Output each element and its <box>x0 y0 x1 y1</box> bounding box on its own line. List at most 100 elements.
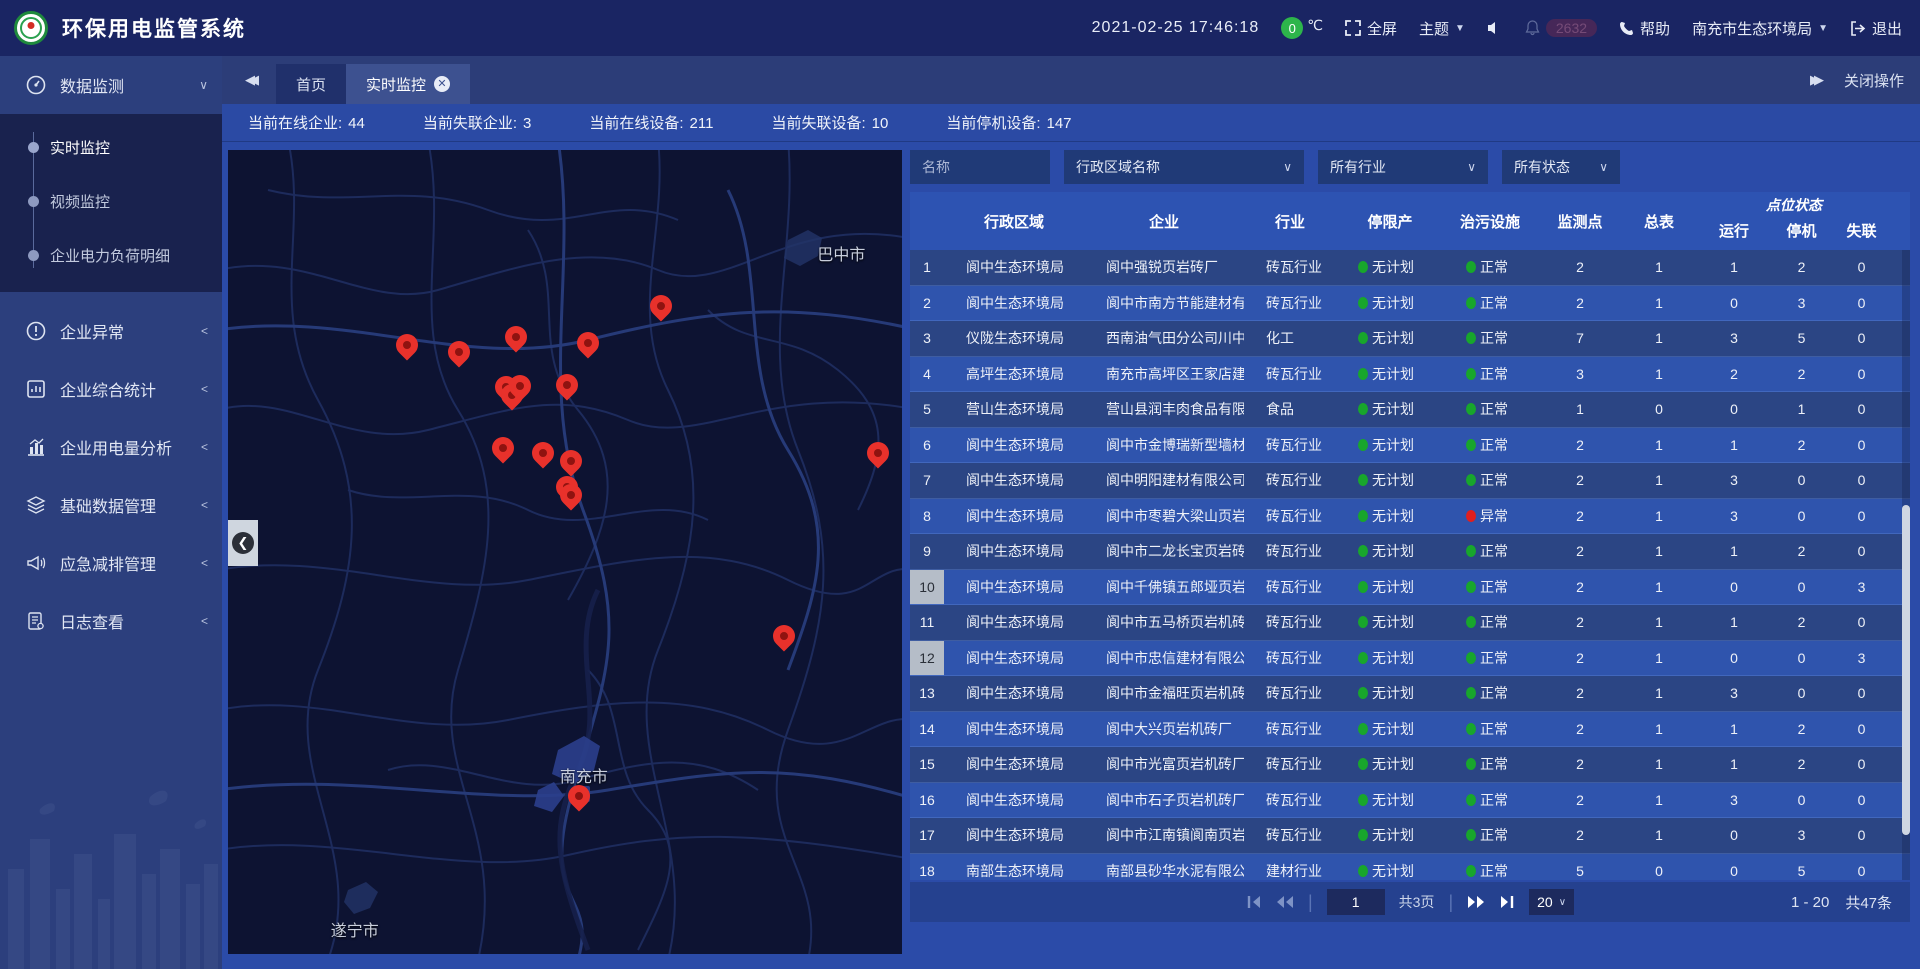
stopped-cell: 5 <box>1774 330 1829 346</box>
table-row[interactable]: 5营山生态环境局营山县润丰肉食品有限食品无计划正常10010 <box>910 392 1910 428</box>
stats-bar: 当前在线企业:44 当前失联企业:3 当前在线设备:211 当前失联设备:10 … <box>222 104 1920 142</box>
region-cell: 营山生态环境局 <box>944 399 1084 419</box>
table-row[interactable]: 7阆中生态环境局阆中明阳建材有限公司砖瓦行业无计划正常21300 <box>910 463 1910 499</box>
table-row[interactable]: 9阆中生态环境局阆中市二龙长宝页岩砖砖瓦行业无计划正常21120 <box>910 534 1910 570</box>
table-row[interactable]: 6阆中生态环境局阆中市金博瑞新型墙材砖瓦行业无计划正常21120 <box>910 428 1910 464</box>
lost-cell: 0 <box>1829 827 1894 843</box>
row-index-cell: 17 <box>910 818 944 853</box>
stop-limit-cell: 无计划 <box>1336 470 1444 490</box>
notifications-button[interactable]: 2632 <box>1525 19 1597 37</box>
table-row[interactable]: 15阆中生态环境局阆中市光富页岩机砖厂砖瓦行业无计划正常21120 <box>910 747 1910 783</box>
stop-limit-cell: 无计划 <box>1336 541 1444 561</box>
running-cell: 0 <box>1694 827 1774 843</box>
running-cell: 3 <box>1694 508 1774 524</box>
total-meter-cell: 1 <box>1624 579 1694 595</box>
monitor-points-cell: 2 <box>1536 259 1624 275</box>
tab-realtime-monitoring[interactable]: 实时监控 ✕ <box>346 64 470 104</box>
region-select[interactable]: 行政区域名称 ∨ <box>1064 150 1304 184</box>
table-row[interactable]: 12阆中生态环境局阆中市忠信建材有限公砖瓦行业无计划正常21003 <box>910 641 1910 677</box>
sidebar-item-power-usage-analysis[interactable]: 企业用电量分析 < <box>0 418 222 476</box>
lost-cell: 0 <box>1829 259 1894 275</box>
sidebar-item-log-view[interactable]: 日志查看 < <box>0 592 222 650</box>
table-row[interactable]: 14阆中生态环境局阆中大兴页岩机砖厂砖瓦行业无计划正常21120 <box>910 712 1910 748</box>
chevron-left-icon: ❮ <box>232 532 254 554</box>
layers-icon <box>26 495 46 515</box>
next-page-button[interactable] <box>1467 895 1485 909</box>
tabs-scroll-left-button[interactable]: ◀◀ <box>222 56 276 104</box>
tabs-scroll-right-button[interactable]: ▶▶ <box>1810 72 1818 88</box>
region-cell: 阆中生态环境局 <box>944 648 1084 668</box>
sidebar-item-realtime-monitoring[interactable]: 实时监控 <box>0 120 222 174</box>
status-dot-icon <box>1466 652 1476 664</box>
sidebar-item-power-load-detail[interactable]: 企业电力负荷明细 <box>0 228 222 282</box>
total-meter-cell: 1 <box>1624 685 1694 701</box>
stopped-cell: 2 <box>1774 756 1829 772</box>
total-meter-cell: 1 <box>1624 366 1694 382</box>
theme-dropdown[interactable]: 主题 ▼ <box>1419 18 1465 39</box>
table-row[interactable]: 1阆中生态环境局阆中强锐页岩砖厂砖瓦行业无计划正常21120 <box>910 250 1910 286</box>
status-dot-icon <box>1466 261 1476 273</box>
status-select[interactable]: 所有状态 ∨ <box>1502 150 1620 184</box>
facility-status-cell: 正常 <box>1444 648 1536 668</box>
sidebar-item-video-monitoring[interactable]: 视频监控 <box>0 174 222 228</box>
table-row[interactable]: 11阆中生态环境局阆中市五马桥页岩机砖砖瓦行业无计划正常21120 <box>910 605 1910 641</box>
industry-select[interactable]: 所有行业 ∨ <box>1318 150 1488 184</box>
table-row[interactable]: 3仪陇生态环境局西南油气田分公司川中化工无计划正常71350 <box>910 321 1910 357</box>
prev-page-button[interactable] <box>1276 895 1294 909</box>
map-collapse-button[interactable]: ❮ <box>228 520 258 566</box>
stat-lost-enterprises: 当前失联企业:3 <box>423 112 532 133</box>
total-meter-cell: 1 <box>1624 259 1694 275</box>
stopped-cell: 2 <box>1774 366 1829 382</box>
help-button[interactable]: 帮助 <box>1619 18 1670 39</box>
sidebar-item-enterprise-statistics[interactable]: 企业综合统计 < <box>0 360 222 418</box>
company-cell: 阆中大兴页岩机砖厂 <box>1084 719 1244 739</box>
table-row[interactable]: 10阆中生态环境局阆中千佛镇五郎垭页岩砖瓦行业无计划正常21003 <box>910 570 1910 606</box>
tab-close-icon[interactable]: ✕ <box>434 76 450 92</box>
fullscreen-button[interactable]: 全屏 <box>1345 18 1397 39</box>
table-row[interactable]: 16阆中生态环境局阆中市石子页岩机砖厂砖瓦行业无计划正常21300 <box>910 783 1910 819</box>
tab-home[interactable]: 首页 <box>276 64 346 104</box>
table-row[interactable]: 17阆中生态环境局阆中市江南镇阆南页岩砖瓦行业无计划正常21030 <box>910 818 1910 854</box>
sidebar-item-emergency-reduction[interactable]: 应急减排管理 < <box>0 534 222 592</box>
table-row[interactable]: 18南部生态环境局南部县砂华水泥有限公建材行业无计划正常50050 <box>910 854 1910 881</box>
top-header: 环保用电监管系统 2021-02-25 17:46:18 0 ℃ 全屏 主题 ▼… <box>0 0 1920 56</box>
sidebar-item-base-data-management[interactable]: 基础数据管理 < <box>0 476 222 534</box>
page-number-input[interactable] <box>1327 889 1385 915</box>
stop-limit-cell: 无计划 <box>1336 612 1444 632</box>
total-meter-cell: 1 <box>1624 614 1694 630</box>
name-search-input[interactable] <box>910 150 1050 184</box>
sidebar-item-label: 视频监控 <box>50 191 110 212</box>
sidebar-item-data-monitoring[interactable]: 数据监测 ∨ <box>0 56 222 114</box>
table-row[interactable]: 2阆中生态环境局阆中市南方节能建材有砖瓦行业无计划正常21030 <box>910 286 1910 322</box>
company-cell: 阆中市忠信建材有限公 <box>1084 648 1244 668</box>
table-row[interactable]: 8阆中生态环境局阆中市枣碧大梁山页岩砖瓦行业无计划异常21300 <box>910 499 1910 535</box>
sidebar-item-label: 实时监控 <box>50 137 110 158</box>
table-body: 1阆中生态环境局阆中强锐页岩砖厂砖瓦行业无计划正常211202阆中生态环境局阆中… <box>910 250 1910 880</box>
table-row[interactable]: 4高坪生态环境局南充市高坪区王家店建砖瓦行业无计划正常31220 <box>910 357 1910 393</box>
close-operations-button[interactable]: 关闭操作 <box>1844 70 1904 91</box>
mute-button[interactable] <box>1487 21 1503 35</box>
stop-limit-cell: 无计划 <box>1336 861 1444 880</box>
total-meter-cell: 1 <box>1624 827 1694 843</box>
first-page-icon <box>1246 895 1262 909</box>
page-size-select[interactable]: 20 ∨ <box>1529 889 1574 915</box>
status-dot-icon <box>1466 332 1476 344</box>
map-panel[interactable]: 巴中市南充市遂宁市 ❮ <box>228 150 902 954</box>
org-dropdown[interactable]: 南充市生态环境局 ▼ <box>1692 18 1828 39</box>
company-cell: 阆中市南方节能建材有 <box>1084 293 1244 313</box>
sidebar-item-enterprise-abnormal[interactable]: 企业异常 < <box>0 302 222 360</box>
logout-button[interactable]: 退出 <box>1850 18 1902 39</box>
status-dot-icon <box>1466 368 1476 380</box>
stop-limit-cell: 无计划 <box>1336 719 1444 739</box>
chevron-down-icon: ▼ <box>1818 23 1828 34</box>
monitor-points-cell: 2 <box>1536 721 1624 737</box>
monitor-points-cell: 2 <box>1536 543 1624 559</box>
status-dot-icon <box>1358 474 1368 486</box>
stat-online-enterprises: 当前在线企业:44 <box>248 112 365 133</box>
table-scrollbar[interactable] <box>1902 250 1910 880</box>
first-page-button[interactable] <box>1246 895 1262 909</box>
scrollbar-thumb[interactable] <box>1902 505 1910 835</box>
region-cell: 阆中生态环境局 <box>944 825 1084 845</box>
last-page-button[interactable] <box>1499 895 1515 909</box>
table-row[interactable]: 13阆中生态环境局阆中市金福旺页岩机砖砖瓦行业无计划正常21300 <box>910 676 1910 712</box>
